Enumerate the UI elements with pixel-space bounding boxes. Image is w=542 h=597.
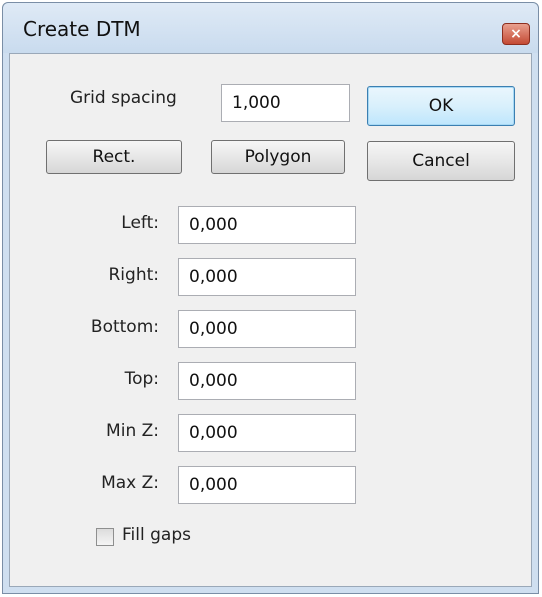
top-label: Top:: [124, 369, 159, 389]
fill-gaps-label[interactable]: Fill gaps: [122, 525, 191, 545]
window-title: Create DTM: [23, 17, 141, 41]
ok-button[interactable]: OK: [367, 86, 515, 126]
dialog-body: Grid spacing 1,000 OK Rect. Polygon Canc…: [9, 53, 532, 587]
left-input[interactable]: 0,000: [178, 206, 356, 244]
right-input[interactable]: 0,000: [178, 258, 356, 296]
min-z-input[interactable]: 0,000: [178, 414, 356, 452]
grid-spacing-label: Grid spacing: [70, 88, 177, 108]
create-dtm-dialog: Create DTM × Grid spacing 1,000 OK Rect.…: [2, 2, 539, 594]
title-bar[interactable]: Create DTM ×: [3, 3, 538, 53]
close-button[interactable]: ×: [502, 23, 530, 45]
right-label: Right:: [108, 265, 160, 285]
rect-button[interactable]: Rect.: [46, 140, 182, 174]
bottom-input[interactable]: 0,000: [178, 310, 356, 348]
left-label: Left:: [121, 213, 159, 233]
max-z-label: Max Z:: [101, 473, 159, 493]
fill-gaps-checkbox[interactable]: [96, 528, 114, 546]
min-z-label: Min Z:: [106, 421, 159, 441]
polygon-button[interactable]: Polygon: [211, 140, 345, 174]
close-icon: ×: [510, 26, 522, 42]
max-z-input[interactable]: 0,000: [178, 466, 356, 504]
bottom-label: Bottom:: [90, 317, 159, 337]
cancel-button[interactable]: Cancel: [367, 141, 515, 181]
top-input[interactable]: 0,000: [178, 362, 356, 400]
grid-spacing-input[interactable]: 1,000: [221, 84, 350, 122]
